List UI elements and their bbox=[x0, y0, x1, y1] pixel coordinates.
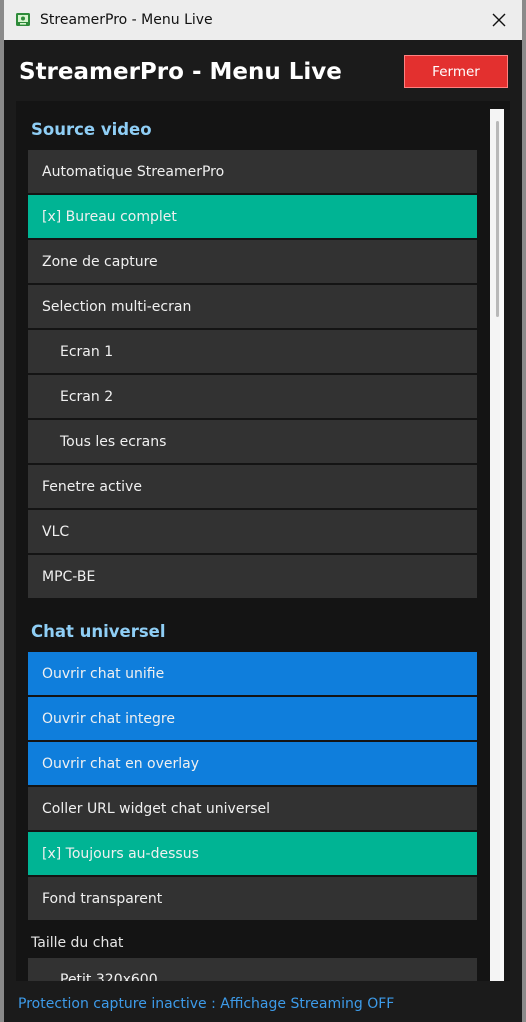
menu-panel: Source video Automatique StreamerPro [x]… bbox=[16, 101, 510, 981]
chat-size-label: Taille du chat bbox=[31, 935, 124, 951]
source-ecran-1-button[interactable]: Ecran 1 bbox=[28, 330, 477, 373]
chat-size-petit-button[interactable]: Petit 320x600 bbox=[28, 958, 477, 981]
section-title-chat-universel: Chat universel bbox=[31, 622, 166, 641]
chat-overlay-button[interactable]: Ouvrir chat en overlay bbox=[28, 742, 477, 785]
source-tous-ecrans-button[interactable]: Tous les ecrans bbox=[28, 420, 477, 463]
chat-coller-url-button[interactable]: Coller URL widget chat universel bbox=[28, 787, 477, 830]
status-bar-text: Protection capture inactive : Affichage … bbox=[18, 996, 395, 1012]
source-zone-capture-button[interactable]: Zone de capture bbox=[28, 240, 477, 283]
page-title: StreamerPro - Menu Live bbox=[19, 59, 342, 85]
close-icon bbox=[492, 13, 506, 27]
chat-toujours-dessus-button[interactable]: [x] Toujours au-dessus bbox=[28, 832, 477, 875]
app-window: StreamerPro - Menu Live StreamerPro - Me… bbox=[4, 0, 522, 1022]
scrollbar[interactable] bbox=[490, 109, 504, 981]
window-title: StreamerPro - Menu Live bbox=[40, 12, 213, 28]
fermer-button[interactable]: Fermer bbox=[404, 55, 508, 88]
source-fenetre-active-button[interactable]: Fenetre active bbox=[28, 465, 477, 508]
source-ecran-2-button[interactable]: Ecran 2 bbox=[28, 375, 477, 418]
chat-fond-transparent-button[interactable]: Fond transparent bbox=[28, 877, 477, 920]
window-close-button[interactable] bbox=[476, 0, 522, 40]
chat-unifie-button[interactable]: Ouvrir chat unifie bbox=[28, 652, 477, 695]
source-multi-ecran-button[interactable]: Selection multi-ecran bbox=[28, 285, 477, 328]
scrollbar-thumb[interactable] bbox=[496, 121, 499, 317]
window-titlebar: StreamerPro - Menu Live bbox=[4, 0, 522, 40]
header: StreamerPro - Menu Live Fermer bbox=[4, 40, 522, 100]
source-automatique-button[interactable]: Automatique StreamerPro bbox=[28, 150, 477, 193]
source-bureau-complet-button[interactable]: [x] Bureau complet bbox=[28, 195, 477, 238]
chat-integre-button[interactable]: Ouvrir chat integre bbox=[28, 697, 477, 740]
section-title-source-video: Source video bbox=[31, 120, 152, 139]
source-mpc-be-button[interactable]: MPC-BE bbox=[28, 555, 477, 598]
app-icon bbox=[16, 13, 30, 26]
source-vlc-button[interactable]: VLC bbox=[28, 510, 477, 553]
